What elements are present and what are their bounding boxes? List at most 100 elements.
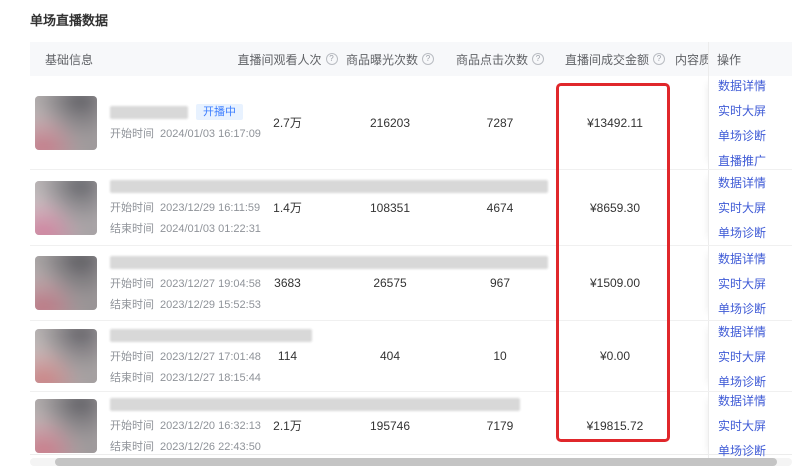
- session-basic-info-cell: 开始时间2023/12/27 17:01:48 结束时间2023/12/27 1…: [30, 321, 240, 391]
- column-header-label: 商品曝光次数: [346, 51, 418, 68]
- column-header-label: 商品点击次数: [456, 51, 528, 68]
- table-row: 开始时间2023/12/20 16:32:13 结束时间2023/12/26 2…: [30, 392, 792, 455]
- viewers-count: 2.1万: [240, 417, 335, 434]
- actions-cell: 数据详情实时大屏单场诊断: [708, 246, 792, 320]
- start-time-label: 开始时间: [110, 351, 154, 363]
- session-thumbnail: [35, 399, 97, 453]
- live-data-page: 单场直播数据 基础信息直播间观看人次?商品曝光次数?商品点击次数?直播间成交金额…: [0, 0, 810, 471]
- redacted-session-title: [110, 398, 520, 411]
- column-header-info: 基础信息: [30, 51, 240, 68]
- gmv-amount: ¥8659.30: [555, 201, 675, 215]
- column-header-label: 直播间观看人次: [238, 51, 322, 68]
- column-header-actions: 操作: [708, 42, 792, 76]
- product-exposure-count: 108351: [335, 201, 445, 215]
- action-link-数据详情[interactable]: 数据详情: [718, 174, 792, 191]
- session-meta: 开播中 开始时间2024/01/03 16:17:09: [110, 105, 261, 141]
- end-time: 结束时间 2023/12/29 15:52:53: [110, 296, 548, 312]
- column-header-viewers: 直播间观看人次?: [240, 51, 335, 68]
- action-link-数据详情[interactable]: 数据详情: [718, 250, 792, 267]
- action-link-数据详情[interactable]: 数据详情: [718, 77, 792, 94]
- viewers-count: 114: [240, 349, 335, 363]
- product-click-count: 10: [445, 349, 555, 363]
- table-row: 开播中 开始时间2024/01/03 16:17:09 2.7万 216203 …: [30, 76, 792, 170]
- page-title: 单场直播数据: [30, 10, 108, 29]
- column-header-gmv: 直播间成交金额?: [555, 51, 675, 68]
- redacted-session-title: [110, 180, 548, 193]
- end-time-value: 2023/12/27 18:15:44: [160, 372, 261, 384]
- product-click-count: 967: [445, 276, 555, 290]
- column-header-label: 直播间成交金额: [565, 51, 649, 68]
- actions-cell: 数据详情实时大屏单场诊断: [708, 170, 792, 245]
- end-time: 结束时间 2023/12/26 22:43:50: [110, 438, 520, 454]
- redacted-session-title: [110, 329, 312, 342]
- info-circle-icon[interactable]: ?: [422, 53, 434, 65]
- action-link-数据详情[interactable]: 数据详情: [718, 323, 792, 340]
- action-link-单场诊断[interactable]: 单场诊断: [718, 127, 792, 144]
- viewers-count: 3683: [240, 276, 335, 290]
- gmv-amount: ¥19815.72: [555, 419, 675, 433]
- end-time-label: 结束时间: [110, 223, 154, 235]
- start-time-label: 开始时间: [110, 128, 154, 140]
- column-header-clicks: 商品点击次数?: [445, 51, 555, 68]
- session-basic-info-cell: 开始时间2023/12/20 16:32:13 结束时间2023/12/26 2…: [30, 392, 240, 459]
- redacted-session-title: [110, 106, 188, 119]
- product-exposure-count: 404: [335, 349, 445, 363]
- action-link-单场诊断[interactable]: 单场诊断: [718, 224, 792, 241]
- action-link-实时大屏[interactable]: 实时大屏: [718, 199, 792, 216]
- table-row: 开始时间2023/12/29 16:11:59 结束时间2024/01/03 0…: [30, 170, 792, 246]
- product-exposure-count: 195746: [335, 419, 445, 433]
- product-exposure-count: 216203: [335, 116, 445, 130]
- product-click-count: 7179: [445, 419, 555, 433]
- action-link-单场诊断[interactable]: 单场诊断: [718, 373, 792, 390]
- end-time-label: 结束时间: [110, 372, 154, 384]
- end-time-value: 2024/01/03 01:22:31: [160, 223, 261, 235]
- action-link-单场诊断[interactable]: 单场诊断: [718, 300, 792, 317]
- gmv-amount: ¥13492.11: [555, 116, 675, 130]
- session-basic-info-cell: 开始时间2023/12/27 19:04:58 结束时间2023/12/29 1…: [30, 246, 240, 320]
- action-link-实时大屏[interactable]: 实时大屏: [718, 417, 792, 434]
- table-row: 开始时间2023/12/27 19:04:58 结束时间2023/12/29 1…: [30, 246, 792, 321]
- blurred-thumbnail-image: [35, 181, 97, 235]
- end-time: 结束时间 2023/12/27 18:15:44: [110, 369, 312, 385]
- start-time: 开始时间2024/01/03 16:17:09: [110, 125, 261, 141]
- blurred-thumbnail-image: [35, 96, 97, 150]
- table-header-row: 基础信息直播间观看人次?商品曝光次数?商品点击次数?直播间成交金额?内容质量操作: [30, 42, 792, 76]
- session-thumbnail: [35, 256, 97, 310]
- session-basic-info-cell: 开始时间2023/12/29 16:11:59 结束时间2024/01/03 0…: [30, 170, 240, 245]
- blurred-thumbnail-image: [35, 329, 97, 383]
- live-sessions-table: 基础信息直播间观看人次?商品曝光次数?商品点击次数?直播间成交金额?内容质量操作…: [30, 42, 792, 455]
- action-link-单场诊断[interactable]: 单场诊断: [718, 442, 792, 459]
- table-body: 开播中 开始时间2024/01/03 16:17:09 2.7万 216203 …: [30, 76, 792, 455]
- action-link-数据详情[interactable]: 数据详情: [718, 392, 792, 409]
- product-click-count: 7287: [445, 116, 555, 130]
- session-basic-info-cell: 开播中 开始时间2024/01/03 16:17:09: [30, 76, 240, 169]
- column-header-exposures: 商品曝光次数?: [335, 51, 445, 68]
- column-header-label: 操作: [717, 51, 741, 68]
- action-link-直播推广[interactable]: 直播推广: [718, 152, 792, 169]
- info-circle-icon[interactable]: ?: [653, 53, 665, 65]
- action-link-实时大屏[interactable]: 实时大屏: [718, 348, 792, 365]
- actions-cell: 数据详情实时大屏单场诊断: [708, 321, 792, 391]
- blurred-thumbnail-image: [35, 256, 97, 310]
- redacted-session-title: [110, 256, 548, 269]
- end-time-value: 2023/12/26 22:43:50: [160, 441, 261, 453]
- viewers-count: 1.4万: [240, 199, 335, 216]
- live-status-badge: 开播中: [196, 104, 243, 120]
- product-click-count: 4674: [445, 201, 555, 215]
- action-link-实时大屏[interactable]: 实时大屏: [718, 102, 792, 119]
- action-link-实时大屏[interactable]: 实时大屏: [718, 275, 792, 292]
- gmv-amount: ¥0.00: [555, 349, 675, 363]
- actions-cell: 数据详情实时大屏单场诊断: [708, 392, 792, 459]
- end-time-label: 结束时间: [110, 441, 154, 453]
- gmv-amount: ¥1509.00: [555, 276, 675, 290]
- session-thumbnail: [35, 181, 97, 235]
- product-exposure-count: 26575: [335, 276, 445, 290]
- end-time-value: 2023/12/29 15:52:53: [160, 299, 261, 311]
- end-time-label: 结束时间: [110, 299, 154, 311]
- table-row: 开始时间2023/12/27 17:01:48 结束时间2023/12/27 1…: [30, 321, 792, 392]
- horizontal-scrollbar[interactable]: [30, 458, 792, 466]
- blurred-thumbnail-image: [35, 399, 97, 453]
- horizontal-scrollbar-thumb[interactable]: [55, 458, 777, 466]
- start-time-label: 开始时间: [110, 202, 154, 214]
- info-circle-icon[interactable]: ?: [532, 53, 544, 65]
